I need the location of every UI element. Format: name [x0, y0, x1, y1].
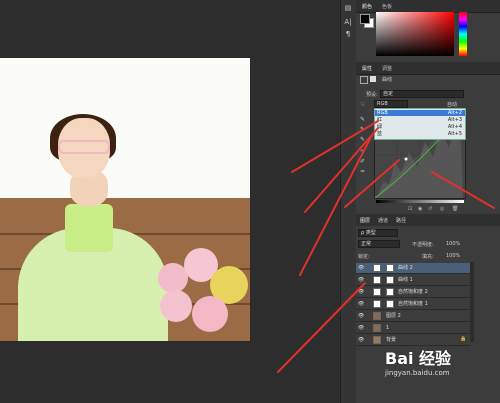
- arrow-to-channel-red: [304, 127, 379, 213]
- arrow-to-curve-line: [431, 171, 495, 209]
- arrow-to-layer-curve: [277, 282, 366, 373]
- watermark-logo: Bai 经验 jingyan.baidu.com: [385, 349, 452, 377]
- arrow-to-curve-point: [344, 159, 400, 208]
- annotation-arrows: [277, 120, 495, 373]
